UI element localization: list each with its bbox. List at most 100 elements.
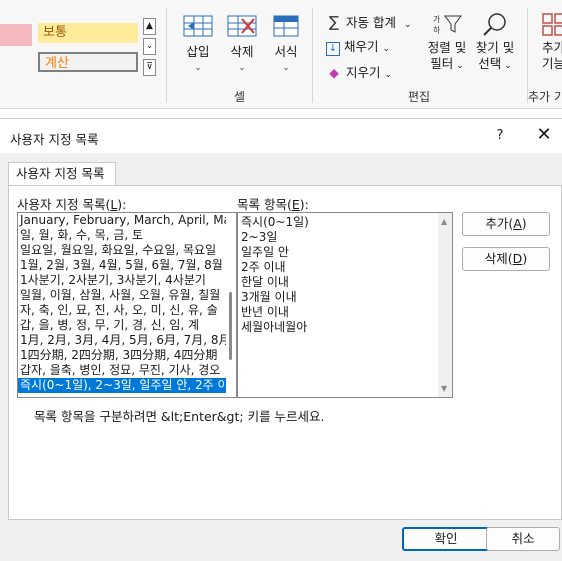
fill-label: 채우기 [344, 39, 379, 54]
format-label: 서식 [274, 44, 298, 59]
sort-filter-button[interactable]: 가 하 정렬 및 필터 ⌄ [424, 12, 470, 74]
find-select-button[interactable]: 찾기 및 선택 ⌄ [472, 12, 518, 74]
list-entry: 2~3일 [241, 230, 278, 244]
addins-label-1: 추가 [542, 40, 562, 55]
insert-button[interactable]: 삽입 ⌄ [178, 12, 218, 76]
list-item[interactable]: 갑자, 을축, 병인, 정묘, 무진, 기사, 경오 [18, 363, 236, 378]
insert-cells-icon [183, 15, 213, 37]
chevron-down-icon: ⌄ [384, 70, 393, 80]
chevron-down-icon: ⌄ [194, 63, 202, 73]
cell-style-swatch[interactable] [0, 24, 32, 46]
sigma-icon: ∑ [328, 13, 340, 31]
fill-down-icon: ↓ [326, 42, 340, 56]
list-entries-textbox[interactable]: 즉시(0~1일) 2~3일 일주일 안 2주 이내 한달 이내 3개월 이내 반… [237, 212, 453, 398]
autosum-label: 자동 합계 [346, 15, 396, 30]
eraser-icon: ◆ [329, 65, 339, 80]
button-text: 삭제( [484, 251, 513, 266]
editing-group-label: 편집 [408, 90, 431, 104]
cell-style-calculation[interactable]: 계산 [38, 52, 138, 72]
list-item[interactable]: 일월, 이월, 삼월, 사월, 오월, 유월, 칠월 [18, 288, 236, 303]
list-item[interactable]: 1月, 2月, 3月, 4月, 5月, 6月, 7月, 8月 [18, 333, 236, 348]
chevron-down-icon: ⌄ [282, 63, 290, 73]
delete-cells-button[interactable]: 삭제 ⌄ [222, 12, 262, 76]
list-item[interactable]: 1四分期, 2四分期, 3四分期, 4四分期 [18, 348, 236, 363]
styles-more[interactable]: ⊽ [143, 59, 156, 76]
addins-label-2: 기능 [542, 56, 562, 71]
hint-text: 목록 항목을 구분하려면 &lt;Enter&gt; 키를 누르세요. [34, 409, 325, 424]
styles-scroll-up[interactable]: ▲ [143, 18, 156, 35]
cell-style-neutral[interactable]: 보통 [38, 23, 138, 43]
scroll-down-icon[interactable]: ▼ [441, 384, 447, 393]
chevron-down-icon: ⌄ [453, 61, 464, 71]
ribbon: 보통 계산 ▲ ⌄ ⊽ 삽입 ⌄ 삭제 ⌄ 서식 ⌄ 셀 ∑ 자동 합계 ⌄ ↓… [0, 0, 562, 109]
delete-cells-icon [227, 15, 257, 37]
delete-label: 삭제 [230, 44, 254, 59]
button-text: ) [522, 251, 528, 266]
list-item[interactable]: 일요일, 월요일, 화요일, 수요일, 목요일 [18, 243, 236, 258]
list-item[interactable]: 1월, 2월, 3월, 4월, 5월, 6월, 7월, 8월 [18, 258, 236, 273]
format-cells-icon [273, 15, 299, 37]
label-text: ): [117, 197, 127, 212]
custom-lists-listbox[interactable]: January, February, March, April, May 일, … [17, 212, 237, 398]
scrollbar[interactable] [226, 213, 236, 397]
autosum-button[interactable]: ∑ 자동 합계 ⌄ [326, 12, 412, 32]
list-item[interactable]: 자, 축, 인, 묘, 진, 사, 오, 미, 신, 유, 술 [18, 303, 236, 318]
addins-icon [542, 13, 562, 36]
addins-group-label: 추가 기 [528, 90, 562, 104]
find-select-label-2: 선택 [478, 56, 502, 71]
add-button[interactable]: 추가(A) [462, 212, 550, 236]
styles-scroll-down[interactable]: ⌄ [143, 38, 156, 55]
fill-button[interactable]: ↓ 채우기 ⌄ [326, 37, 390, 57]
custom-lists-dialog: 사용자 지정 목록 ? ✕ 사용자 지정 목록 사용자 지정 목록(L): 목록… [0, 118, 562, 561]
dialog-title: 사용자 지정 목록 [10, 132, 99, 147]
svg-text:하: 하 [433, 25, 441, 35]
list-entry: 반년 이내 [241, 305, 289, 319]
label-text: 목록 항목( [237, 197, 292, 212]
search-icon [483, 13, 506, 36]
sort-filter-icon: 가 하 [433, 15, 462, 35]
ok-button[interactable]: 확인 [402, 527, 490, 551]
tab-custom-lists[interactable]: 사용자 지정 목록 [8, 162, 116, 186]
cancel-button[interactable]: 취소 [486, 527, 560, 551]
sort-filter-label-1: 정렬 및 [427, 40, 467, 55]
list-entry: 세월아네월아 [241, 320, 308, 334]
format-button[interactable]: 서식 ⌄ [266, 12, 306, 76]
clear-label: 지우기 [346, 65, 381, 80]
scroll-up-icon[interactable]: ▲ [441, 217, 447, 226]
dialog-titlebar: 사용자 지정 목록 ? ✕ [0, 119, 562, 153]
button-accesskey: A [513, 216, 522, 231]
list-entry: 즉시(0~1일) [241, 215, 309, 229]
cells-group-label: 셀 [234, 90, 246, 104]
help-icon[interactable]: ? [492, 128, 508, 143]
ribbon-divider [166, 8, 167, 103]
addins-button[interactable]: 추가 기능 [534, 12, 562, 72]
list-item[interactable]: January, February, March, April, May [18, 213, 236, 228]
clear-button[interactable]: ◆ 지우기 ⌄ [326, 63, 392, 83]
label-text: 사용자 지정 목록( [17, 197, 111, 212]
chevron-down-icon: ⌄ [238, 63, 246, 73]
sort-filter-label-2: 필터 [430, 56, 454, 71]
chevron-down-icon: ⌄ [403, 20, 412, 30]
chevron-down-icon: ⌄ [382, 44, 391, 54]
list-item[interactable]: 갑, 을, 병, 정, 무, 기, 경, 신, 임, 계 [18, 318, 236, 333]
button-accesskey: D [512, 251, 523, 266]
button-text: ) [521, 216, 527, 231]
scrollbar-thumb[interactable] [229, 292, 232, 360]
chevron-down-icon: ⌄ [501, 61, 512, 71]
svg-text:가: 가 [433, 15, 441, 24]
scrollbar[interactable]: ▲ ▼ [438, 213, 452, 397]
label-text: ): [299, 197, 309, 212]
find-select-label-1: 찾기 및 [475, 40, 515, 55]
insert-label: 삽입 [186, 44, 210, 59]
list-item[interactable]: 일, 월, 화, 수, 목, 금, 토 [18, 228, 236, 243]
close-icon[interactable]: ✕ [534, 125, 554, 145]
delete-button[interactable]: 삭제(D) [462, 247, 550, 271]
list-entry: 3개월 이내 [241, 290, 297, 304]
list-entry: 일주일 안 [241, 245, 289, 259]
button-text: 추가( [485, 216, 514, 231]
list-item[interactable]: 1사분기, 2사분기, 3사분기, 4사분기 [18, 273, 236, 288]
list-entry: 2주 이내 [241, 260, 286, 274]
label-accesskey: E [291, 197, 300, 212]
list-entry: 한달 이내 [241, 275, 289, 289]
list-item-selected[interactable]: 즉시(0~1일), 2~3일, 일주일 안, 2주 이내 [18, 378, 236, 393]
